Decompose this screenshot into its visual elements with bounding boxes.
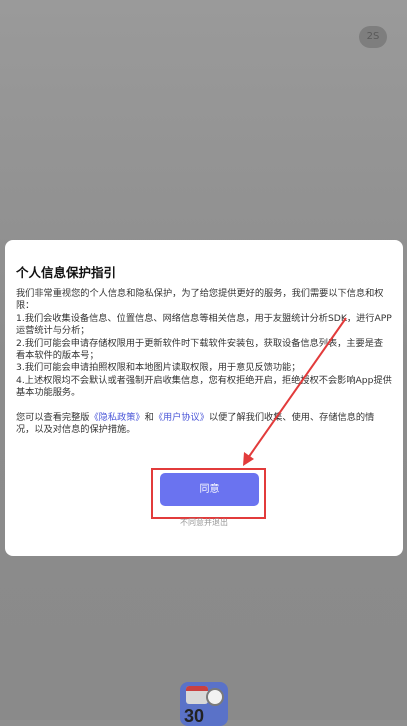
calendar-clock-app-icon: 30 bbox=[180, 682, 228, 726]
calendar-day-number: 30 bbox=[184, 706, 205, 726]
calendar-header-strip bbox=[186, 686, 208, 691]
annotation-arrow bbox=[243, 317, 347, 466]
clock-icon bbox=[206, 688, 224, 706]
